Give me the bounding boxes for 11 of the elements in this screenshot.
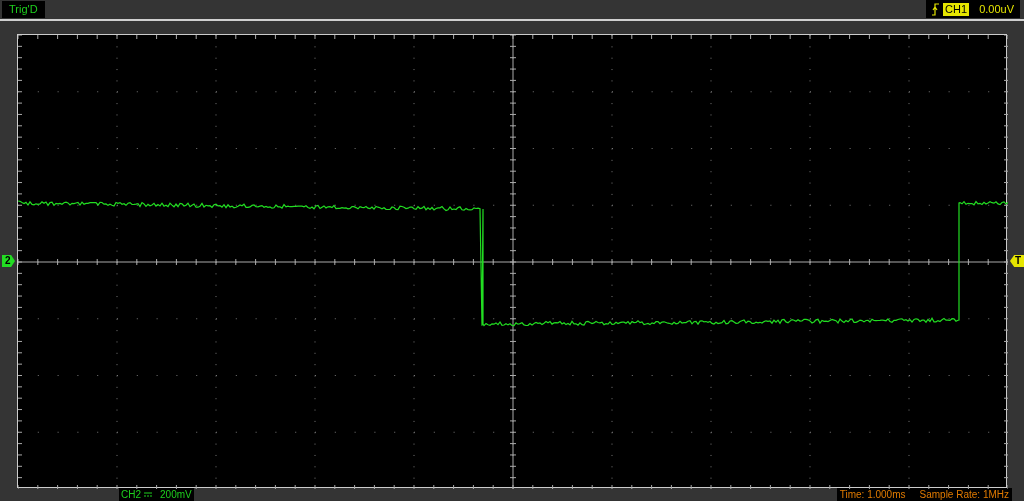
- sample-rate: Sample Rate: 1MHz: [919, 489, 1009, 500]
- trigger-status: Trig'D: [2, 0, 45, 18]
- rising-edge-icon: [932, 2, 940, 16]
- channel-label: CH2: [121, 489, 141, 500]
- channel-marker: 2: [2, 255, 15, 267]
- time-per-division: Time: 1.000ms: [839, 489, 906, 500]
- dc-coupling-icon: [144, 492, 152, 497]
- trigger-level: 0.00uV: [979, 3, 1014, 15]
- trigger-marker: T: [1010, 255, 1024, 267]
- channel-scale: 200mV: [160, 489, 192, 500]
- trigger-channel-label: CH1: [943, 2, 970, 16]
